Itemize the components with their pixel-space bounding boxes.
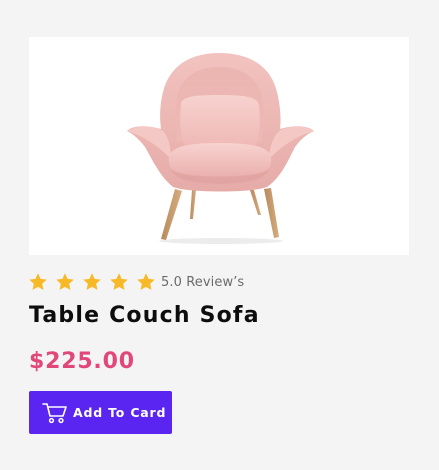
rating-row: 5.0 Review’s xyxy=(28,271,244,293)
add-to-cart-label: Add To Card xyxy=(73,405,167,420)
review-count: 5.0 Review’s xyxy=(161,274,245,290)
star-icon xyxy=(55,272,75,292)
product-price: $225.00 xyxy=(29,349,135,374)
star-icon xyxy=(136,272,156,292)
add-to-cart-button[interactable]: Add To Card xyxy=(29,391,172,434)
cart-icon xyxy=(42,402,68,424)
star-icon xyxy=(28,272,48,292)
star-icon xyxy=(82,272,102,292)
product-image[interactable] xyxy=(29,37,409,255)
star-icon xyxy=(109,272,129,292)
product-title: Table Couch Sofa xyxy=(29,303,260,328)
pink-armchair-image xyxy=(127,53,314,244)
product-card: 5.0 Review’s Table Couch Sofa $225.00 Ad… xyxy=(0,0,439,470)
